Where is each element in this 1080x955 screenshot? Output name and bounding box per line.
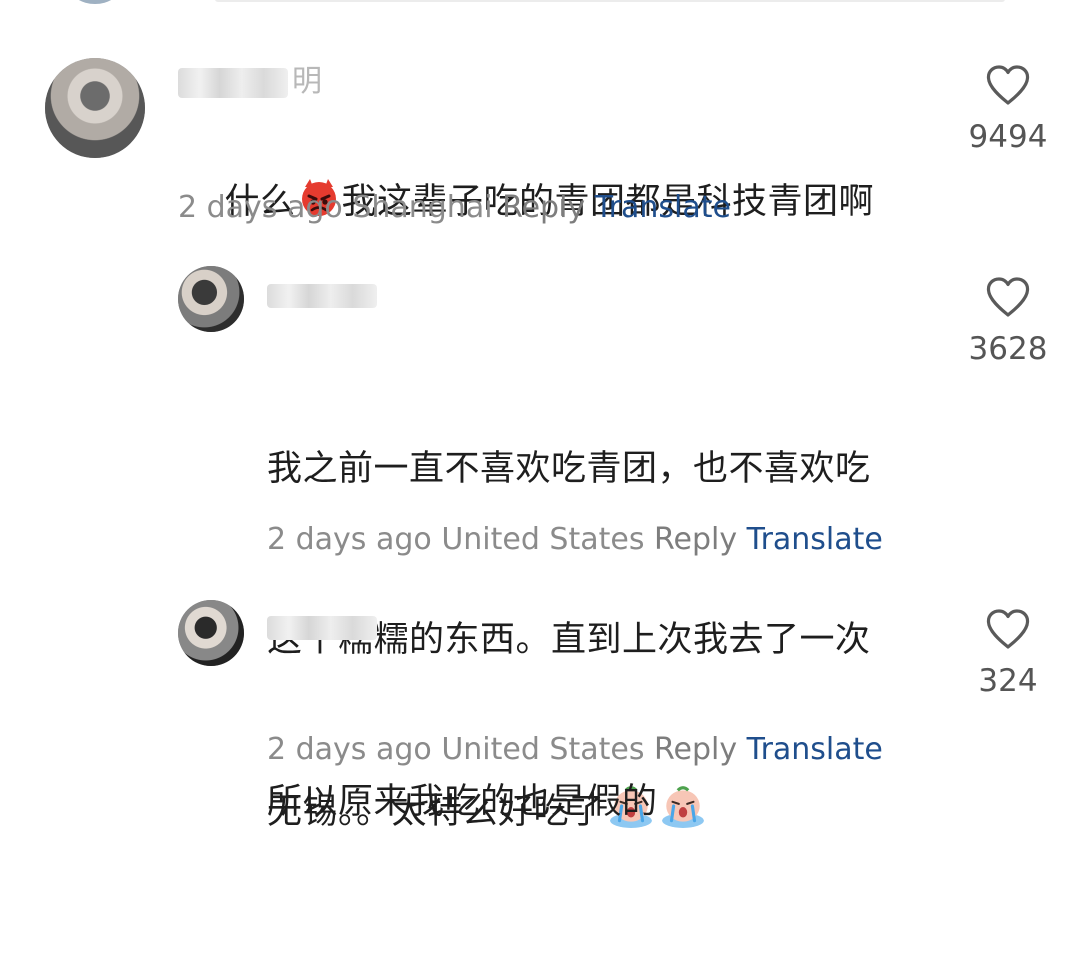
timestamp: 2 days ago [267,732,432,767]
translate-button[interactable]: Translate [747,732,883,767]
translate-button[interactable]: Translate [747,522,883,557]
username-suffix[interactable]: 明 [292,67,322,97]
username[interactable] [267,616,377,640]
like-count: 9494 [968,119,1048,155]
reply-button[interactable]: Reply [654,522,737,557]
location: Shanghai [352,190,493,225]
avatar[interactable] [178,266,244,332]
heart-outline-icon[interactable] [985,608,1031,650]
location: United States [441,732,645,767]
comment-meta: 2 days ago United States Reply Translate [267,522,883,558]
like-count: 324 [978,663,1038,699]
username[interactable] [267,284,377,308]
comment-meta: 2 days ago United States Reply Translate [267,732,883,768]
timestamp: 2 days ago [178,190,343,225]
avatar[interactable] [45,58,145,158]
heart-outline-icon[interactable] [985,276,1031,318]
reply-button[interactable]: Reply [654,732,737,767]
comment-text: 所以原来我吃的也是假的 [267,660,658,945]
heart-outline-icon[interactable] [985,64,1031,106]
reply-button[interactable]: Reply [502,190,585,225]
translate-button[interactable]: Translate [595,190,731,225]
avatar[interactable] [178,600,244,666]
comment-meta: 2 days ago Shanghai Reply Translate [178,190,731,226]
comment-line: 所以原来我吃的也是假的 [267,782,658,822]
timestamp: 2 days ago [267,522,432,557]
username[interactable] [178,68,288,98]
like-control[interactable]: 3628 [953,276,1063,366]
previous-avatar-fragment [70,0,120,4]
like-control[interactable]: 9494 [953,64,1063,154]
like-count: 3628 [968,331,1048,367]
comment-line: 我之前一直不喜欢吃青团，也不喜欢吃 [267,449,871,489]
like-control[interactable]: 324 [953,608,1063,698]
previous-divider [215,0,1005,2]
crying-face-icon [661,786,704,828]
location: United States [441,522,645,557]
